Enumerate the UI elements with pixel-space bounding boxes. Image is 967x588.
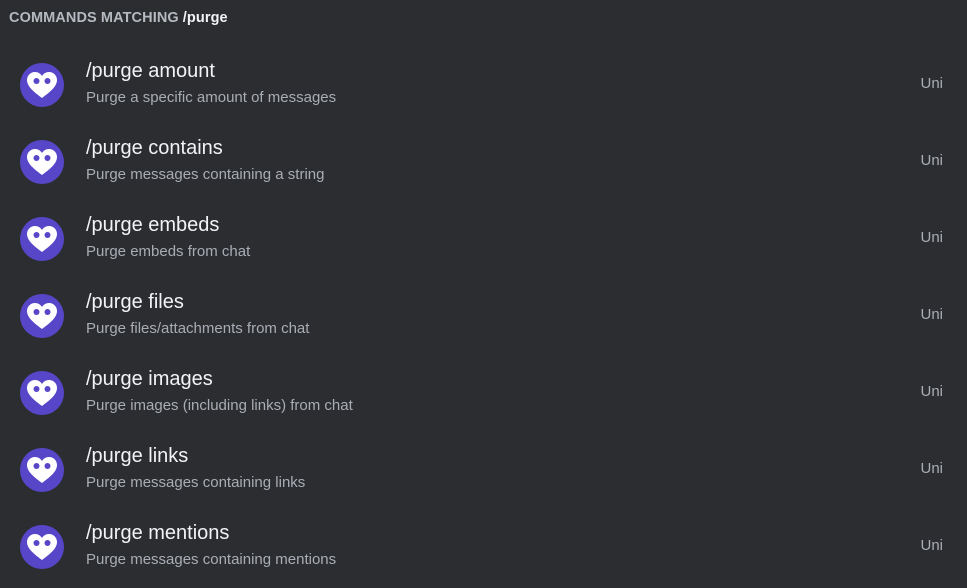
command-name: /purge links	[86, 445, 189, 467]
results-header-query: /purge	[182, 10, 228, 26]
heart-icon	[27, 72, 57, 98]
command-text: /purge files Purge files/attachments fro…	[86, 289, 309, 338]
command-list: /purge amount Purge a specific amount of…	[0, 47, 967, 586]
heart-icon	[27, 457, 57, 483]
command-source: Uni	[920, 460, 943, 477]
command-name: /purge contains	[86, 137, 223, 159]
command-description: Purge a specific amount of messages	[86, 89, 337, 106]
command-description: Purge files/attachments from chat	[86, 320, 310, 337]
command-item-purge-links[interactable]: /purge links Purge messages containing l…	[0, 432, 967, 509]
command-text: /purge contains Purge messages containin…	[86, 135, 324, 184]
command-item-purge-embeds[interactable]: /purge embeds Purge embeds from chat Uni	[0, 201, 967, 278]
heart-icon	[27, 149, 57, 175]
command-name: /purge amount	[86, 60, 215, 82]
command-description: Purge images (including links) from chat	[86, 397, 353, 414]
command-name: /purge mentions	[86, 522, 230, 544]
results-header: COMMANDS MATCHING/purge	[0, 0, 967, 36]
command-description: Purge embeds from chat	[86, 243, 251, 260]
command-autocomplete-panel: COMMANDS MATCHING/purge /purge amount Pu…	[0, 0, 967, 588]
command-description: Purge messages containing a string	[86, 166, 325, 183]
command-name: /purge images	[86, 368, 213, 390]
app-avatar	[20, 525, 64, 569]
app-avatar	[20, 371, 64, 415]
command-item-purge-mentions[interactable]: /purge mentions Purge messages containin…	[0, 509, 967, 586]
command-text: /purge amount Purge a specific amount of…	[86, 58, 336, 107]
command-description: Purge messages containing links	[86, 474, 306, 491]
command-text: /purge links Purge messages containing l…	[86, 443, 305, 492]
heart-icon	[27, 303, 57, 329]
command-item-purge-files[interactable]: /purge files Purge files/attachments fro…	[0, 278, 967, 355]
app-avatar	[20, 140, 64, 184]
command-text: /purge mentions Purge messages containin…	[86, 520, 336, 569]
command-source: Uni	[920, 229, 943, 246]
command-name: /purge embeds	[86, 214, 220, 236]
command-source: Uni	[920, 383, 943, 400]
heart-icon	[27, 226, 57, 252]
command-source: Uni	[920, 152, 943, 169]
command-source: Uni	[920, 75, 943, 92]
heart-icon	[27, 380, 57, 406]
app-avatar	[20, 448, 64, 492]
heart-icon	[27, 534, 57, 560]
command-name: /purge files	[86, 291, 184, 313]
command-source: Uni	[920, 306, 943, 323]
results-header-label: COMMANDS MATCHING	[9, 10, 179, 26]
command-text: /purge images Purge images (including li…	[86, 366, 353, 415]
command-source: Uni	[920, 537, 943, 554]
command-item-purge-contains[interactable]: /purge contains Purge messages containin…	[0, 124, 967, 201]
command-item-purge-images[interactable]: /purge images Purge images (including li…	[0, 355, 967, 432]
command-description: Purge messages containing mentions	[86, 551, 337, 568]
command-item-purge-amount[interactable]: /purge amount Purge a specific amount of…	[0, 47, 967, 124]
app-avatar	[20, 294, 64, 338]
app-avatar	[20, 63, 64, 107]
command-text: /purge embeds Purge embeds from chat	[86, 212, 250, 261]
app-avatar	[20, 217, 64, 261]
